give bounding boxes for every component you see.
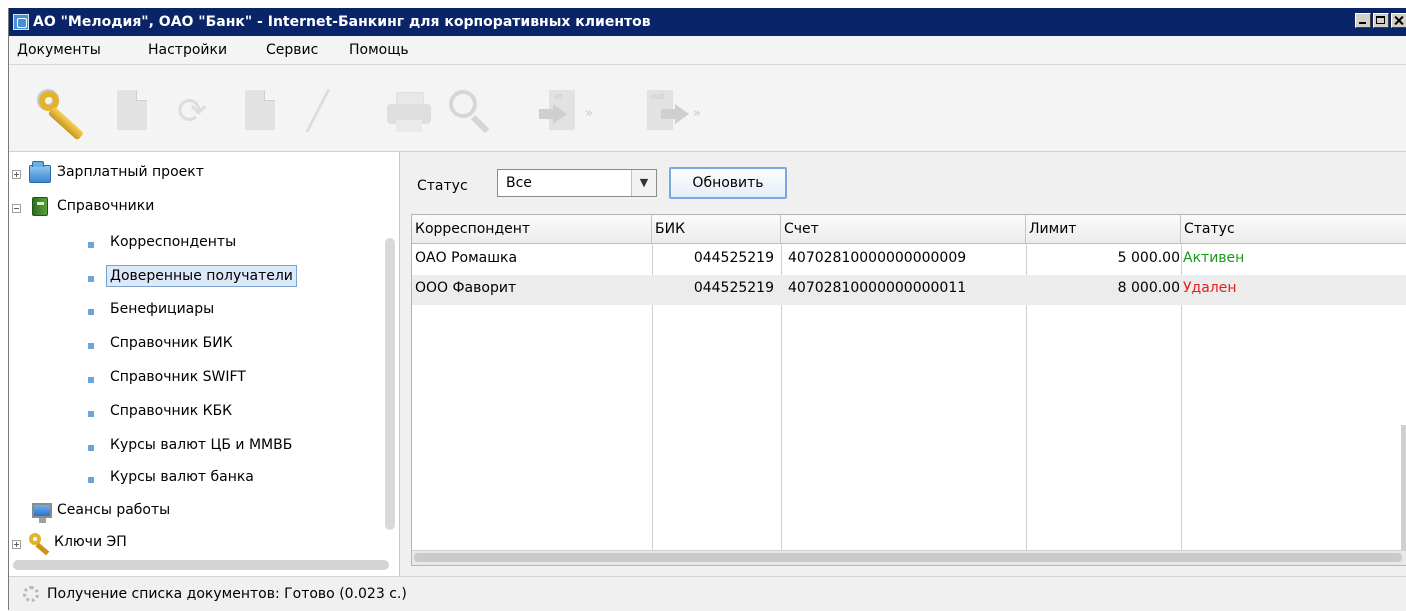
bullet-icon <box>88 343 94 349</box>
cell-correspondent: ООО Фаворит <box>415 280 517 296</box>
keys-icon <box>29 533 51 556</box>
maximize-button[interactable] <box>1373 13 1389 28</box>
print-icon[interactable] <box>387 90 431 134</box>
search-icon[interactable] <box>449 90 493 134</box>
cell-bik: 044525219 <box>693 250 774 266</box>
table-horizontal-scrollbar[interactable] <box>412 550 1406 565</box>
tree-item-label: Справочники <box>57 198 155 214</box>
sidebar-vertical-scrollbar[interactable] <box>385 238 395 530</box>
column-header-bik[interactable]: БИК <box>652 215 781 243</box>
scrollbar-thumb[interactable] <box>414 553 1402 562</box>
edit-icon[interactable]: ╱ <box>307 90 329 134</box>
export-icon[interactable]: out » <box>647 90 713 134</box>
main-panel: Статус Все ▼ Обновить Корреспондент БИК … <box>400 152 1406 576</box>
cell-status: Активен <box>1183 250 1245 266</box>
bullet-icon <box>88 477 94 483</box>
navigation-tree: Зарплатный проект Справочники Корреспонд… <box>9 152 400 576</box>
expand-icon[interactable] <box>12 540 21 549</box>
menu-settings[interactable]: Настройки <box>148 42 227 58</box>
expand-icon[interactable] <box>12 170 21 179</box>
collapse-icon[interactable] <box>12 204 21 213</box>
cell-account: 40702810000000000011 <box>788 280 967 296</box>
bullet-icon <box>88 445 94 451</box>
menu-documents[interactable]: Документы <box>17 42 101 58</box>
column-header-account[interactable]: Счет <box>781 215 1026 243</box>
bullet-icon <box>88 309 94 315</box>
cell-limit: 5 000.00 <box>1117 250 1180 266</box>
tree-item-label: Корреспонденты <box>110 234 237 250</box>
menu-bar: Документы Настройки Сервис Помощь <box>9 36 1406 65</box>
tree-item-label: Справочник КБК <box>110 403 233 419</box>
delete-document-icon[interactable] <box>245 90 275 130</box>
tree-item-label: Курсы валют банка <box>110 469 254 485</box>
cell-limit: 8 000.00 <box>1117 280 1180 296</box>
refresh-icon[interactable]: ⟳ <box>177 90 207 134</box>
table-row[interactable]: ОАО Ромашка 044525219 407028100000000000… <box>412 245 1406 275</box>
tree-item-label: Справочник БИК <box>110 335 233 351</box>
trusted-recipients-table: Корреспондент БИК Счет Лимит Статус ОАО … <box>411 214 1406 566</box>
key-icon[interactable] <box>35 87 91 141</box>
status-bar: Получение списка документов: Готово (0.0… <box>9 576 1406 611</box>
tree-item-label: Сеансы работы <box>57 502 171 518</box>
bullet-icon <box>88 276 94 282</box>
sidebar-horizontal-scrollbar[interactable] <box>13 560 389 570</box>
window-controls <box>1353 13 1406 28</box>
tree-item-label: Ключи ЭП <box>54 534 127 550</box>
chevron-down-icon[interactable]: » <box>585 106 593 121</box>
menu-help[interactable]: Помощь <box>349 42 409 58</box>
monitor-icon <box>32 503 52 523</box>
folder-icon <box>29 161 51 183</box>
table-header: Корреспондент БИК Счет Лимит Статус <box>412 215 1406 244</box>
status-filter-label: Статус <box>417 178 468 194</box>
close-button[interactable] <box>1391 13 1406 28</box>
app-window: АО "Мелодия", ОАО "Банк" - Internet-Банк… <box>8 8 1406 611</box>
refresh-button[interactable]: Обновить <box>669 167 787 199</box>
bullet-icon <box>88 377 94 383</box>
table-vertical-scrollbar[interactable] <box>1401 425 1406 565</box>
status-filter-select[interactable]: Все ▼ <box>497 169 657 197</box>
tree-item-label: Бенефициары <box>110 301 215 317</box>
import-icon[interactable]: in » <box>539 90 605 134</box>
cell-account: 40702810000000000009 <box>788 250 967 266</box>
loading-spinner-icon <box>23 586 39 602</box>
bullet-icon <box>88 242 94 248</box>
column-header-status[interactable]: Статус <box>1181 215 1406 243</box>
new-document-icon[interactable] <box>117 90 147 130</box>
minimize-button[interactable] <box>1355 13 1371 28</box>
menu-service[interactable]: Сервис <box>266 42 318 58</box>
table-row[interactable]: ООО Фаворит 044525219 407028100000000000… <box>412 275 1406 305</box>
title-bar[interactable]: АО "Мелодия", ОАО "Банк" - Internet-Банк… <box>9 8 1406 36</box>
cell-bik: 044525219 <box>693 280 774 296</box>
app-icon <box>13 14 29 30</box>
tree-item-label: Справочник SWIFT <box>110 369 246 385</box>
cell-status: Удален <box>1183 280 1237 296</box>
tree-item-label: Зарплатный проект <box>57 164 204 180</box>
status-text: Получение списка документов: Готово (0.0… <box>47 586 407 602</box>
cell-correspondent: ОАО Ромашка <box>415 250 518 266</box>
window-title: АО "Мелодия", ОАО "Банк" - Internet-Банк… <box>33 14 651 30</box>
chevron-down-icon[interactable]: » <box>693 106 701 121</box>
tree-item-label: Курсы валют ЦБ и ММВБ <box>110 437 293 453</box>
tree-item-label: Доверенные получатели <box>106 265 297 287</box>
toolbar: ⟳ ╱ in » out » <box>9 65 1406 152</box>
bullet-icon <box>88 411 94 417</box>
book-icon <box>32 197 48 216</box>
column-header-correspondent[interactable]: Корреспондент <box>412 215 652 243</box>
status-filter-value: Все <box>506 175 532 191</box>
column-header-limit[interactable]: Лимит <box>1026 215 1181 243</box>
dropdown-arrow-icon[interactable]: ▼ <box>631 170 656 196</box>
